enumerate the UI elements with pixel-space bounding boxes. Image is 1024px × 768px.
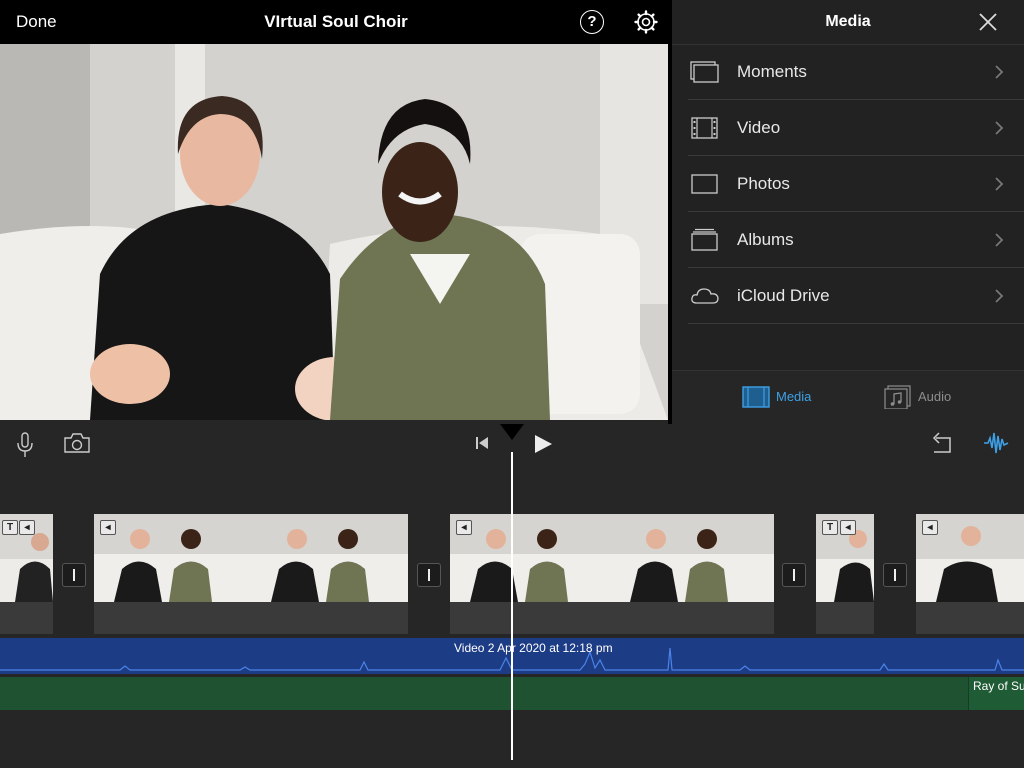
video-clip[interactable]: T ◂ <box>0 514 53 634</box>
audio-waveform-icon[interactable] <box>983 430 1009 456</box>
title-badge-icon: T <box>2 520 18 535</box>
transition-button[interactable] <box>782 563 806 587</box>
clip-audio-waveform <box>816 602 874 634</box>
project-title: VIrtual Soul Choir <box>264 12 408 31</box>
chevron-right-icon <box>995 289 1004 303</box>
tab-media-label: Media <box>776 389 812 404</box>
moments-icon <box>690 61 719 83</box>
media-item-label: Photos <box>737 174 790 193</box>
muted-audio-icon: ◂ <box>456 520 472 535</box>
media-tab-bar: Media Audio <box>672 370 1024 421</box>
clip-thumbnails <box>450 514 774 602</box>
transition-button[interactable] <box>417 563 441 587</box>
video-clip[interactable]: ◂ <box>450 514 774 634</box>
tab-audio-label: Audio <box>918 389 952 404</box>
media-item-albums[interactable]: Albums <box>672 212 1024 268</box>
camera-icon[interactable] <box>63 432 91 454</box>
play-icon[interactable] <box>532 433 554 455</box>
media-item-photos[interactable]: Photos <box>672 156 1024 212</box>
music-track-label: Ray of Su <box>973 679 1024 693</box>
muted-audio-icon: ◂ <box>100 520 116 535</box>
media-header: Media <box>672 0 1024 45</box>
media-item-icloud-drive[interactable]: iCloud Drive <box>672 268 1024 324</box>
media-item-label: iCloud Drive <box>737 286 830 305</box>
row-divider <box>688 323 1024 324</box>
chevron-right-icon <box>995 65 1004 79</box>
help-button[interactable]: ? <box>580 10 604 34</box>
video-clip[interactable]: ◂ <box>916 514 1024 634</box>
media-panel-title: Media <box>825 13 871 30</box>
audio-track-label: Video 2 Apr 2020 at 12:18 pm <box>454 641 613 655</box>
music-note-icon <box>884 385 911 409</box>
clip-audio-waveform <box>916 602 1024 634</box>
title-badge-icon: T <box>822 520 838 535</box>
photo-icon <box>691 174 718 194</box>
video-frame-image <box>0 44 668 420</box>
chevron-right-icon <box>995 233 1004 247</box>
playhead[interactable] <box>511 452 513 760</box>
film-icon <box>691 117 718 139</box>
clip-audio-waveform <box>94 602 408 634</box>
media-source-list: Moments Video Photos Albums iCloud Drive <box>672 44 1024 324</box>
transition-button[interactable] <box>62 563 86 587</box>
media-item-moments[interactable]: Moments <box>672 44 1024 100</box>
media-item-label: Albums <box>737 230 794 249</box>
microphone-icon[interactable] <box>16 432 34 458</box>
albums-icon <box>691 228 718 251</box>
video-clip[interactable]: ◂ <box>94 514 408 634</box>
media-item-label: Video <box>737 118 781 137</box>
muted-audio-icon: ◂ <box>19 520 35 535</box>
muted-audio-icon: ◂ <box>922 520 938 535</box>
video-clip[interactable]: T ◂ <box>816 514 874 634</box>
settings-gear-icon[interactable] <box>634 10 658 34</box>
clip-audio-waveform <box>450 602 774 634</box>
video-viewer[interactable] <box>0 44 668 420</box>
skip-to-start-icon[interactable] <box>474 436 490 450</box>
close-icon[interactable] <box>978 12 998 32</box>
film-icon <box>742 386 770 408</box>
chevron-right-icon <box>995 121 1004 135</box>
playhead-marker <box>500 424 524 440</box>
chevron-right-icon <box>995 177 1004 191</box>
media-item-video[interactable]: Video <box>672 100 1024 156</box>
undo-icon[interactable] <box>930 430 954 456</box>
cloud-icon <box>691 288 719 304</box>
media-browser-panel: Media Moments Video Photos Albums iCloud… <box>672 0 1024 421</box>
top-bar: Done VIrtual Soul Choir ? <box>0 0 672 44</box>
media-item-label: Moments <box>737 62 807 81</box>
transition-button[interactable] <box>883 563 907 587</box>
clip-thumbnails <box>94 514 408 602</box>
muted-audio-icon: ◂ <box>840 520 856 535</box>
clip-audio-waveform <box>0 602 53 634</box>
